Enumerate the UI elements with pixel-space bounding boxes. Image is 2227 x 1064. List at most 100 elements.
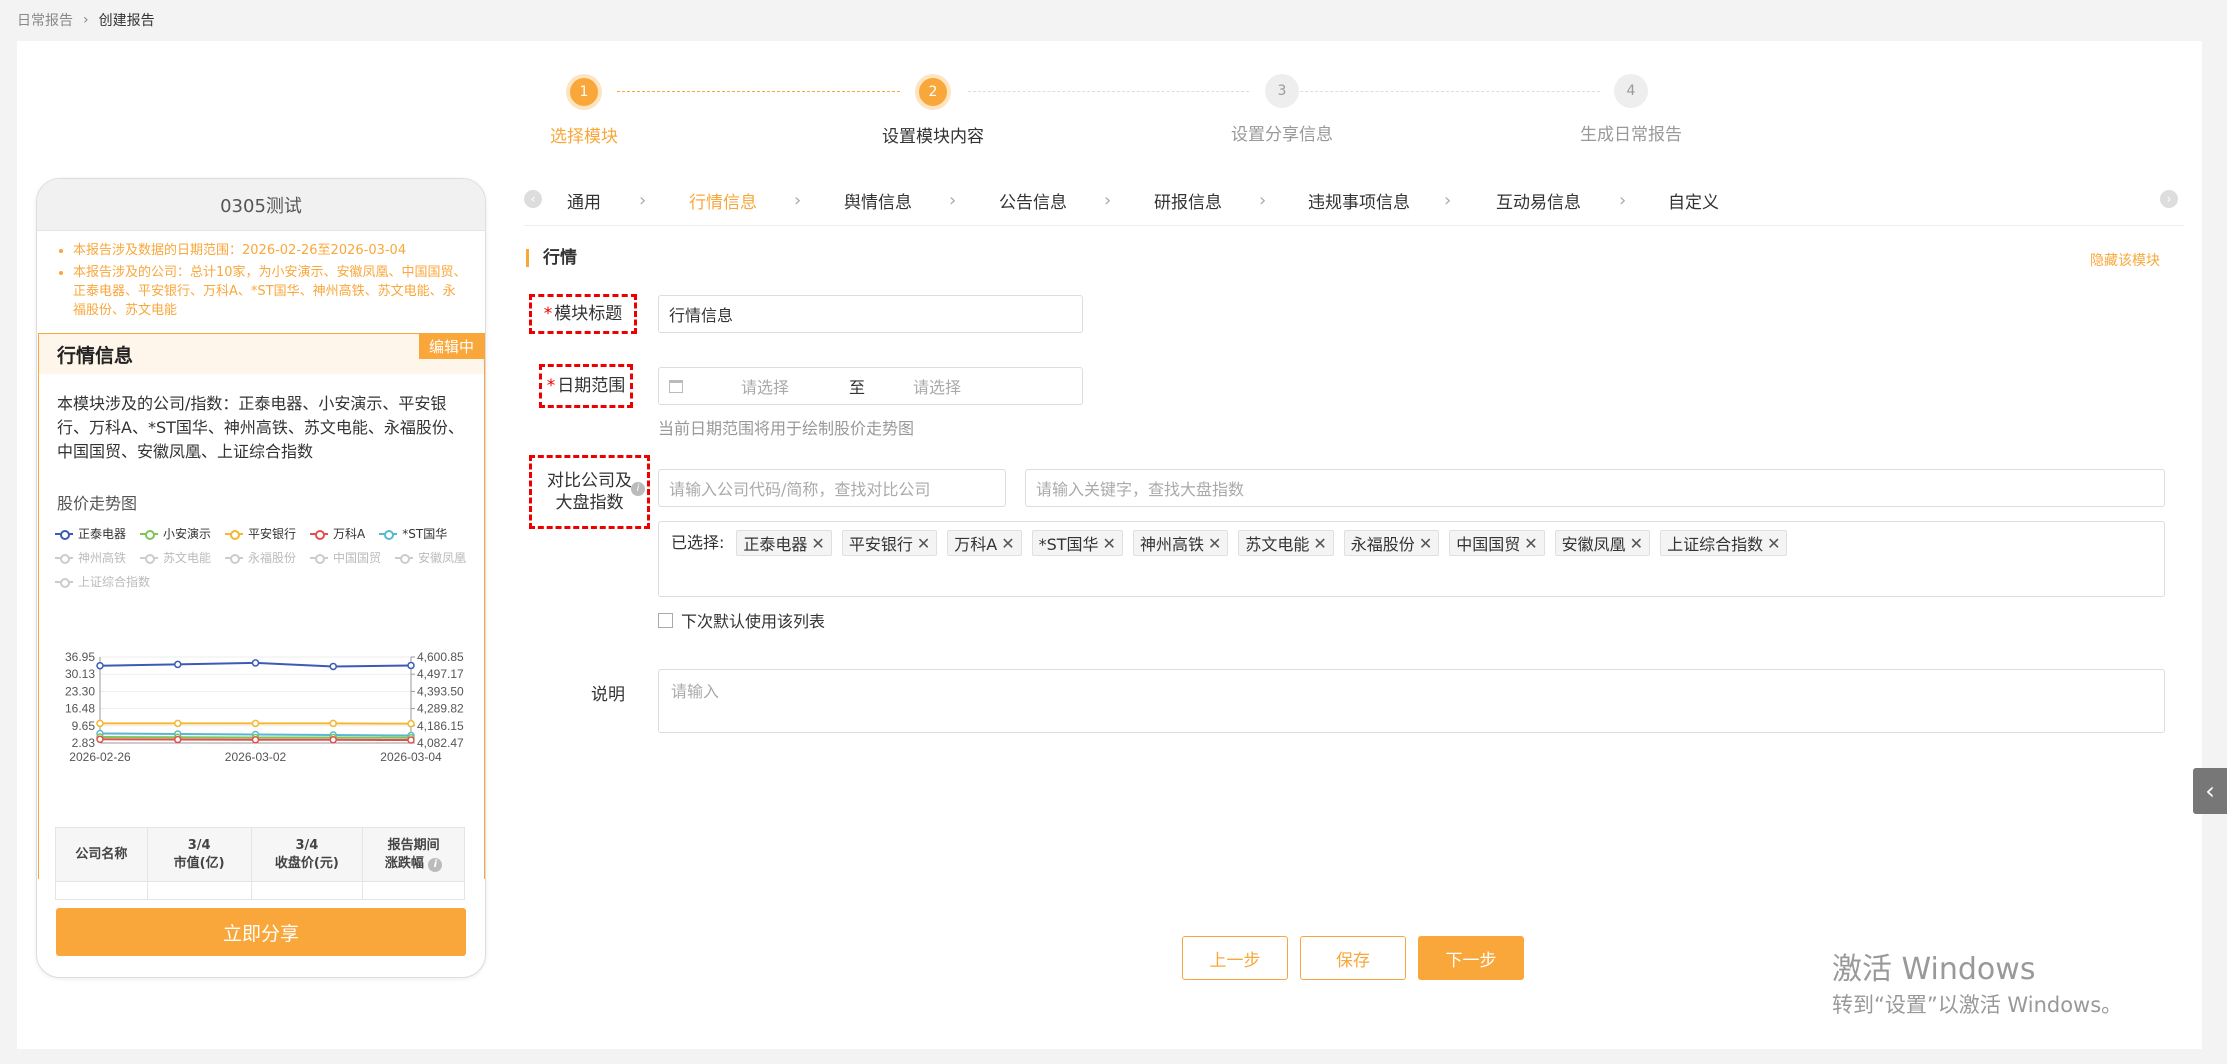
description-textarea[interactable]: 请输入 (658, 669, 2165, 733)
close-icon[interactable]: ✕ (1767, 534, 1780, 553)
module-tabs: ‹ 通用 › 行情信息 › 舆情信息 › 公告信息 › 研报信息 › 违规事项信… (524, 186, 2184, 226)
legend-item-inactive[interactable]: 上证综合指数 (55, 570, 150, 594)
checkbox-box[interactable] (658, 612, 673, 628)
date-start-input[interactable]: 请选择 (741, 374, 831, 398)
legend-item-inactive[interactable]: 苏文电能 (140, 546, 211, 570)
close-icon[interactable]: ✕ (811, 534, 824, 553)
module-title-label: * 模块标题 (529, 294, 637, 334)
save-button[interactable]: 保存 (1300, 936, 1406, 980)
company-search-input[interactable]: 请输入公司代码/简称，查找对比公司 (658, 469, 1006, 507)
compare-info-icon[interactable]: i (631, 482, 645, 496)
data-point (174, 719, 182, 728)
step-2-number: 2 (915, 74, 951, 110)
y-right-tick-label: 4,600.85 (417, 650, 464, 664)
chevron-right-icon: › (794, 190, 802, 211)
legend-item[interactable]: 万科A (310, 522, 365, 546)
selected-chip: 中国国贸 ✕ (1449, 530, 1545, 556)
selected-chip: 上证综合指数 ✕ (1660, 530, 1788, 556)
selected-chip: 平安银行 ✕ (841, 530, 938, 556)
close-icon[interactable]: ✕ (1001, 534, 1014, 553)
editing-badge: 编辑中 (418, 334, 484, 359)
y-right-tick-label: 4,186.15 (417, 719, 464, 733)
breadcrumb-home[interactable]: 日常报告 (17, 10, 73, 30)
tab-custom[interactable]: 自定义 (1668, 188, 1719, 213)
preview-note: 本报告涉及的公司：总计10家，为小安演示、安徽凤凰、中国国贸、正泰电器、平安银行… (73, 263, 467, 320)
step-3[interactable]: 3 设置分享信息 (1182, 74, 1382, 145)
y-right-tick-label: 4,289.82 (417, 702, 464, 716)
tab-announcement-info[interactable]: 公告信息 (999, 188, 1067, 213)
date-range-picker[interactable]: 请选择 至 请选择 (658, 367, 1083, 405)
data-point (174, 660, 182, 669)
y-right-tick-label: 4,393.50 (417, 684, 464, 698)
step-1-number: 1 (566, 74, 602, 110)
tabs-scroll-right-icon[interactable]: › (2160, 190, 2178, 208)
legend-item-inactive[interactable]: 神州高铁 (55, 546, 126, 570)
close-icon[interactable]: ✕ (1630, 534, 1643, 553)
watermark-line-2: 转到“设置”以激活 Windows。 (1832, 993, 2123, 1017)
legend-item[interactable]: 正泰电器 (55, 522, 126, 546)
close-icon[interactable]: ✕ (1208, 534, 1221, 553)
y-right-tick-label: 4,082.47 (417, 736, 464, 750)
preview-note: 本报告涉及数据的日期范围：2026-02-26至2026-03-04 (73, 241, 467, 260)
selected-chip: *ST国华 ✕ (1031, 530, 1123, 556)
data-point (96, 661, 104, 670)
close-icon[interactable]: ✕ (1419, 534, 1432, 553)
table-cell (250, 881, 364, 900)
share-now-button[interactable]: 立即分享 (56, 908, 466, 956)
chart-title: 股价走势图 (57, 494, 138, 513)
date-range-label: * 日期范围 (539, 364, 633, 408)
info-icon[interactable]: i (428, 857, 443, 872)
data-point (329, 736, 337, 744)
tab-sentiment-info[interactable]: 舆情信息 (844, 188, 912, 213)
close-icon[interactable]: ✕ (917, 534, 930, 553)
preview-module-title: 行情信息 (39, 334, 484, 374)
chevron-right-icon: › (1104, 190, 1112, 211)
legend-item[interactable]: *ST国华 (379, 522, 447, 546)
selected-chip: 安徽凤凰 ✕ (1554, 530, 1651, 556)
legend-item-inactive[interactable]: 安徽凤凰 (395, 546, 466, 570)
prev-step-button[interactable]: 上一步 (1182, 936, 1288, 980)
hide-module-link[interactable]: 隐藏该模块 (2090, 250, 2160, 270)
tab-violation-info[interactable]: 违规事项信息 (1308, 188, 1410, 213)
legend-item[interactable]: 小安演示 (140, 522, 211, 546)
selected-chip: 万科A ✕ (947, 530, 1022, 556)
default-list-checkbox[interactable]: 下次默认使用该列表 (658, 608, 825, 632)
step-2-label: 设置模块内容 (882, 127, 984, 147)
legend-item-inactive[interactable]: 永福股份 (225, 546, 296, 570)
step-4[interactable]: 4 生成日常报告 (1531, 74, 1731, 145)
legend-item[interactable]: 平安银行 (225, 522, 296, 546)
y-left-tick-label: 30.13 (65, 667, 95, 681)
preview-title: 0305测试 (37, 179, 485, 231)
y-right-tick-label: 4,497.17 (417, 667, 464, 681)
legend-item-inactive[interactable]: 中国国贸 (310, 546, 381, 570)
calendar-icon (669, 379, 683, 393)
index-search-input[interactable]: 请输入关键字，查找大盘指数 (1025, 469, 2165, 507)
module-title-input[interactable]: 行情信息 (658, 295, 1083, 333)
data-point (329, 662, 337, 671)
step-2[interactable]: 2 设置模块内容 (833, 74, 1033, 147)
preview-table: 公司名称 3/4 市值(亿) 3/4 收盘价(元) 报告期间 涨跌幅 i (55, 827, 465, 900)
table-header: 报告期间 涨跌幅 i (362, 827, 465, 882)
tab-research-info[interactable]: 研报信息 (1154, 188, 1222, 213)
chevron-right-icon: › (83, 12, 89, 28)
data-point (251, 719, 260, 728)
close-icon[interactable]: ✕ (1103, 534, 1116, 553)
side-panel-toggle-icon[interactable]: ‹ (2193, 768, 2227, 814)
chevron-right-icon: › (639, 190, 647, 211)
close-icon[interactable]: ✕ (1313, 534, 1326, 553)
close-icon[interactable]: ✕ (1524, 534, 1537, 553)
breadcrumb-current: 创建报告 (98, 13, 155, 29)
tab-interaction-info[interactable]: 互动易信息 (1496, 188, 1581, 213)
x-tick-label: 2026-03-04 (380, 750, 442, 764)
next-step-button[interactable]: 下一步 (1418, 936, 1524, 980)
step-4-number: 4 (1614, 74, 1648, 108)
date-end-input[interactable]: 请选择 (913, 374, 961, 398)
selected-list: 已选择: 正泰电器 ✕ 平安银行 ✕ 万科A ✕ *ST国华 ✕ 神州高铁 ✕ 苏文电能 ✕… (658, 521, 2165, 597)
chevron-right-icon: › (949, 190, 957, 211)
tab-market-info[interactable]: 行情信息 (689, 188, 757, 213)
chevron-right-icon: › (1259, 190, 1267, 211)
data-point (329, 719, 337, 728)
tabs-scroll-left-icon[interactable]: ‹ (524, 190, 542, 208)
step-1[interactable]: 1 选择模块 (484, 74, 684, 147)
tab-general[interactable]: 通用 (567, 188, 601, 213)
